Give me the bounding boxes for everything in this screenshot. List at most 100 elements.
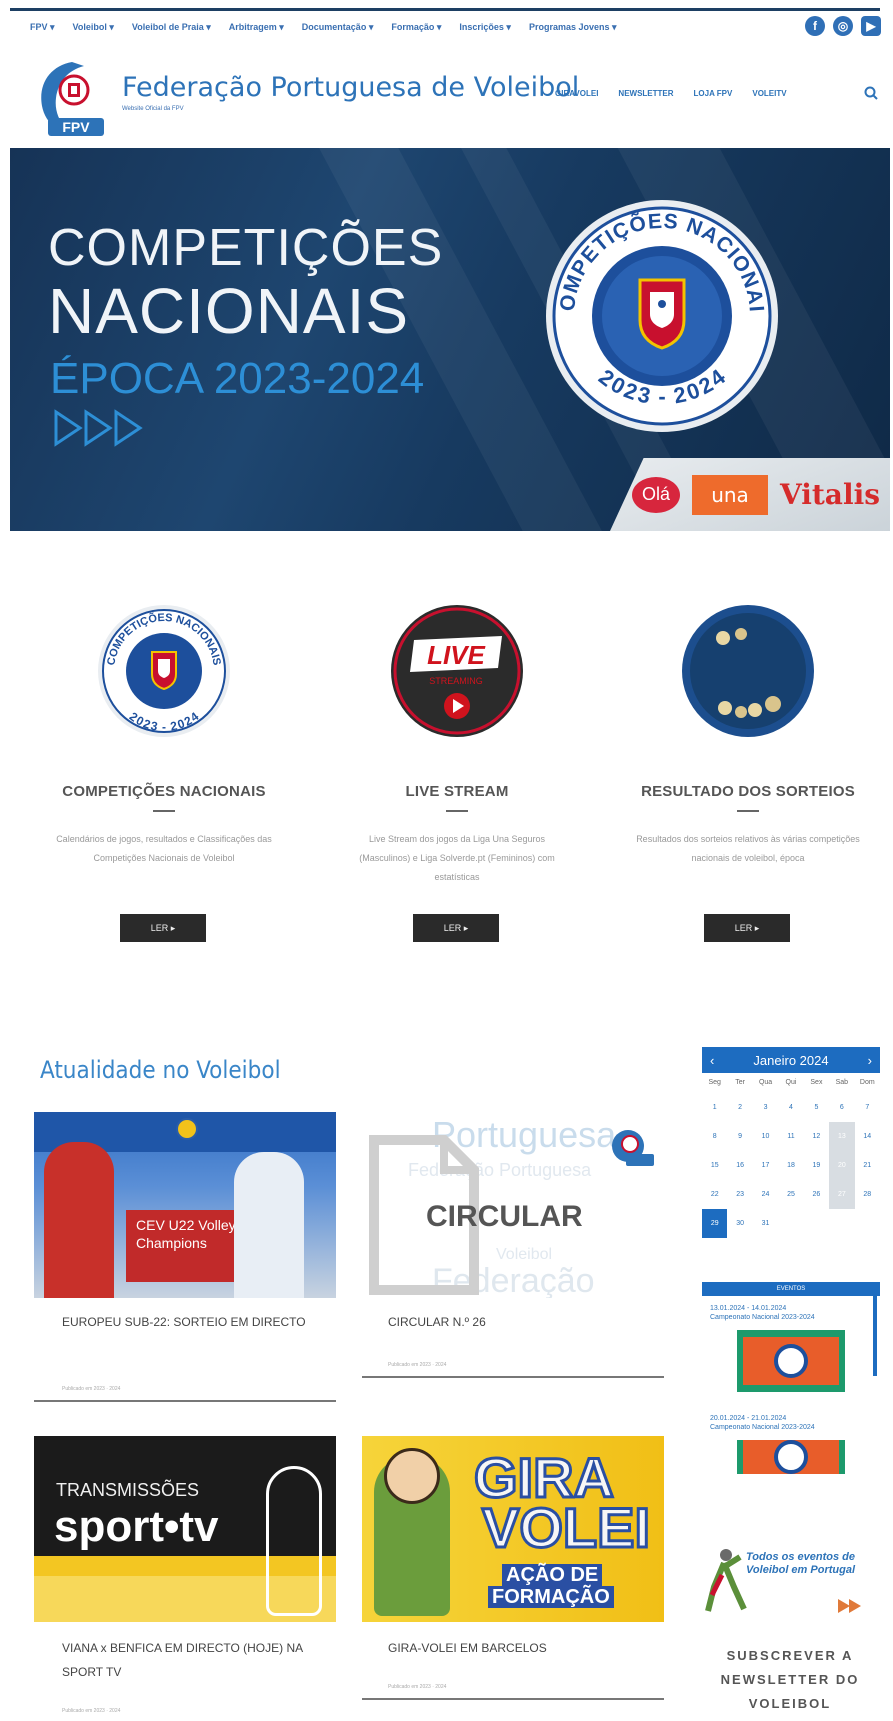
calendar-day[interactable]: 2 — [727, 1093, 752, 1122]
news-image-sporttv[interactable]: TRANSMISSÕES sport•tv — [34, 1436, 336, 1622]
feature-competicoes: COMPETIÇÕES NACIONAIS 2023 - 2024 COMPET… — [44, 604, 284, 942]
site-title[interactable]: Federação Portuguesa de Voleibol — [122, 72, 579, 103]
topnav-item-formacao[interactable]: Formação ▾ — [391, 22, 441, 40]
calendar-day[interactable]: 28 — [855, 1180, 880, 1209]
calendar-day — [727, 1238, 752, 1267]
topnav-item-voleibol[interactable]: Voleibol ▾ — [73, 22, 114, 40]
calendar-day[interactable]: 16 — [727, 1151, 752, 1180]
calendar-day[interactable]: 18 — [778, 1151, 803, 1180]
calendar-day[interactable]: 6 — [829, 1093, 854, 1122]
title-underline — [446, 810, 468, 812]
calendar-day — [829, 1209, 854, 1238]
calendar-day[interactable]: 31 — [753, 1209, 778, 1238]
news-title[interactable]: GIRA-VOLEI EM BARCELOS — [388, 1636, 648, 1660]
calendar-weekday: Qua — [758, 1079, 773, 1086]
feature-description: Live Stream dos jogos da Liga Una Seguro… — [359, 834, 555, 882]
event-date[interactable]: 13.01.2024 - 14.01.2024 Campeonato Nacion… — [710, 1304, 872, 1322]
calendar-day[interactable]: 20 — [829, 1151, 855, 1180]
topnav-item-documentacao[interactable]: Documentação ▾ — [302, 22, 374, 40]
youtube-icon[interactable]: ▶ — [861, 16, 881, 36]
calendar-day — [855, 1209, 880, 1238]
nav-item-giravolei[interactable]: GIRAVOLEI — [555, 89, 598, 98]
calendar-day[interactable]: 10 — [753, 1122, 778, 1151]
calendar-day[interactable]: 25 — [778, 1180, 803, 1209]
logo-text: FPV — [62, 119, 90, 135]
calendar-day[interactable]: 8 — [702, 1122, 727, 1151]
nav-item-voleitv[interactable]: VOLEITV — [752, 89, 786, 98]
event-image[interactable] — [737, 1330, 845, 1392]
volleyball-player-icon — [705, 1549, 747, 1612]
topnav-item-voleibol-praia[interactable]: Voleibol de Praia ▾ — [132, 22, 211, 40]
calendar-day[interactable]: 17 — [753, 1151, 778, 1180]
triple-arrow-icon — [54, 409, 143, 447]
fpv-logo[interactable]: FPV — [32, 56, 118, 140]
sporttv-logo: sport•tv — [54, 1502, 219, 1551]
calendar-next-icon[interactable]: › — [868, 1053, 872, 1068]
live-streaming-icon[interactable]: LIVE STREAMING — [390, 604, 524, 738]
news-title[interactable]: VIANA x BENFICA EM DIRECTO (HOJE) NA SPO… — [62, 1636, 322, 1684]
competitions-badge: COMPETIÇÕES NACIONAIS 2023 - 2024 — [542, 196, 778, 432]
search-icon[interactable] — [864, 86, 878, 100]
sponsor-vitalis-logo[interactable]: Vitalis — [780, 478, 880, 511]
calendar-weekday: Dom — [859, 1079, 875, 1086]
calendar-day[interactable]: 5 — [804, 1093, 829, 1122]
feature-title[interactable]: LIVE STREAM — [337, 783, 577, 800]
calendar-day[interactable]: 29 — [702, 1209, 728, 1238]
newsletter-subscribe-link[interactable]: SUBSCREVER A NEWSLETTER DO VOLEIBOL — [700, 1644, 880, 1716]
sponsor-una-logo[interactable]: una — [692, 474, 768, 515]
calendar-day[interactable]: 9 — [727, 1122, 752, 1151]
news-title[interactable]: CIRCULAR N.º 26 — [388, 1310, 638, 1334]
topnav-item-programas-jovens[interactable]: Programas Jovens ▾ — [529, 22, 617, 40]
calendar-day[interactable]: 27 — [829, 1180, 855, 1209]
news-section-title: Atualidade no Voleibol — [40, 1056, 281, 1084]
top-border — [10, 8, 880, 11]
dribbble-icon[interactable]: ◎ — [833, 16, 853, 36]
calendar-weekday: Qui — [785, 1079, 797, 1086]
calendar-day[interactable]: 14 — [855, 1122, 880, 1151]
calendar-day[interactable]: 13 — [829, 1122, 855, 1151]
news-image-circular[interactable]: Portuguesa Federação Portuguesa Voleibol… — [362, 1112, 664, 1298]
hero-banner[interactable]: COMPETIÇÕES NACIONAIS ÉPOCA 2023-2024 CO… — [10, 148, 890, 531]
calendar-day[interactable]: 11 — [778, 1122, 803, 1151]
calendar-day[interactable]: 1 — [702, 1093, 727, 1122]
facebook-icon[interactable]: f — [805, 16, 825, 36]
calendar-day[interactable]: 24 — [753, 1180, 778, 1209]
circular-label: CIRCULAR — [426, 1200, 583, 1233]
event-date-text: 20.01.2024 - 21.01.2024 — [710, 1415, 787, 1422]
calendar-day[interactable]: 7 — [855, 1093, 880, 1122]
calendar-prev-icon[interactable]: ‹ — [710, 1053, 714, 1068]
news-title[interactable]: EUROPEU SUB-22: SORTEIO EM DIRECTO — [62, 1310, 312, 1334]
event-date[interactable]: 20.01.2024 - 21.01.2024 Campeonato Nacion… — [710, 1414, 872, 1432]
topnav-item-inscricoes[interactable]: Inscrições ▾ — [459, 22, 511, 40]
calendar-day[interactable]: 15 — [702, 1151, 727, 1180]
topnav-item-arbitragem[interactable]: Arbitragem ▾ — [229, 22, 284, 40]
calendar-day[interactable]: 21 — [855, 1151, 880, 1180]
events-scrollbar[interactable] — [873, 1296, 877, 1376]
main-navigation: GIRAVOLEI NEWSLETTER LOJA FPV VOLEITV — [555, 89, 787, 98]
calendar-day[interactable]: 12 — [804, 1122, 829, 1151]
all-events-link[interactable]: Todos os eventos de Voleibol em Portugal — [704, 1547, 880, 1617]
news-image-europeu[interactable]: CEV U22 Volleyball E. Champions — [34, 1112, 336, 1298]
nav-item-loja[interactable]: LOJA FPV — [694, 89, 733, 98]
read-more-button[interactable]: LER ▸ — [704, 914, 790, 942]
calendar-day[interactable]: 22 — [702, 1180, 727, 1209]
calendar-day[interactable]: 26 — [804, 1180, 829, 1209]
topnav-item-fpv[interactable]: FPV ▾ — [30, 22, 55, 40]
calendar-day[interactable]: 30 — [727, 1209, 752, 1238]
feature-title[interactable]: COMPETIÇÕES NACIONAIS — [44, 783, 284, 800]
live-text: LIVE — [427, 640, 485, 670]
calendar-day[interactable]: 23 — [727, 1180, 752, 1209]
news-image-giravolei[interactable]: GIRA VOLEI AÇÃO DE FORMAÇÃO — [362, 1436, 664, 1622]
feature-title[interactable]: RESULTADO DOS SORTEIOS — [628, 783, 868, 800]
read-more-button[interactable]: LER ▸ — [413, 914, 499, 942]
calendar-day[interactable]: 19 — [804, 1151, 829, 1180]
calendar-day[interactable]: 4 — [778, 1093, 803, 1122]
draw-balls-icon[interactable] — [681, 604, 815, 738]
event-image[interactable] — [737, 1440, 845, 1474]
calendar-day[interactable]: 3 — [753, 1093, 778, 1122]
competitions-badge-icon[interactable]: COMPETIÇÕES NACIONAIS 2023 - 2024 — [97, 604, 231, 738]
read-more-button[interactable]: LER ▸ — [120, 914, 206, 942]
nav-item-newsletter[interactable]: NEWSLETTER — [618, 89, 673, 98]
calendar-weekday: Sex — [810, 1079, 823, 1086]
sponsor-ola-logo[interactable]: Olá — [632, 476, 680, 513]
